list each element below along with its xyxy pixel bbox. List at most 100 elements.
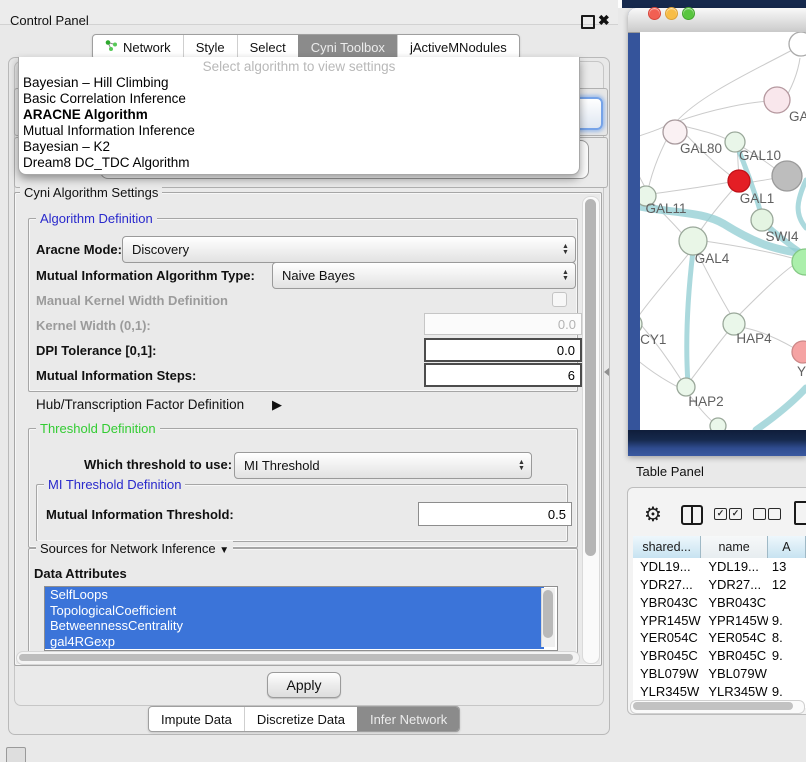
attribute-item-selfloops[interactable]: SelfLoops [45,587,544,603]
node-SWI4[interactable] [751,209,773,231]
minimized-panel-icon[interactable] [6,747,26,762]
mac-zoom-button[interactable] [682,7,695,20]
table-row[interactable]: YBR043CYBR043C [633,594,806,612]
mi-steps-field[interactable]: 6 [424,363,582,387]
table-cell[interactable]: YER054C [701,630,768,645]
bottom-tab-impute-data[interactable]: Impute Data [149,707,244,731]
tab-style[interactable]: Style [183,35,237,59]
menu-item-dream8-dc-tdc-algorithm[interactable]: Dream8 DC_TDC Algorithm [19,155,579,171]
table-cell[interactable]: YBR043C [633,595,701,610]
apply-button[interactable]: Apply [267,672,341,698]
bottom-tabs: Impute DataDiscretize DataInfer Network [148,706,460,732]
deselect-all-icon[interactable] [768,508,781,520]
settings-hscrollbar-thumb[interactable] [19,654,573,661]
node-top-partial[interactable] [789,32,806,56]
table-cell[interactable]: YPR145W [633,613,701,628]
menu-item-basic-correlation-inference[interactable]: Basic Correlation Inference [19,91,579,107]
table-cell[interactable]: YBL079W [701,666,768,681]
aracne-mode-select[interactable]: Discovery ▲▼ [122,236,576,263]
table-cell[interactable]: YLR345W [701,684,768,699]
close-icon[interactable]: ✖ [598,12,610,29]
function-builder-icon[interactable] [794,501,806,525]
table-cell[interactable]: 9. [768,613,806,628]
gear-icon[interactable]: ⚙ [644,502,662,527]
settings-vscrollbar-thumb[interactable] [585,199,596,556]
table-cell[interactable]: YBR045C [633,648,701,663]
mac-minimize-button[interactable] [665,7,678,20]
deselect-all-icon[interactable] [753,508,766,520]
table-cell[interactable]: 9. [768,684,806,699]
hub-definition-label[interactable]: Hub/Transcription Factor Definition [36,397,244,412]
table-cell[interactable]: 9. [768,648,806,663]
table-cell[interactable]: YLR345W [633,684,701,699]
table-cell[interactable]: YDL19... [633,559,701,574]
column-header-a[interactable]: A [768,536,806,558]
settings-hscrollbar[interactable] [16,651,580,665]
table-cell[interactable]: YBR043C [701,595,768,610]
node-GAL1[interactable] [728,170,750,192]
table-cell[interactable]: 12 [768,577,806,592]
collapse-arrow-icon[interactable]: ▼ [219,545,229,556]
which-threshold-value: MI Threshold [235,458,514,473]
node-gray[interactable] [772,161,802,191]
expand-arrow-icon[interactable]: ▶ [272,397,282,413]
table-row[interactable]: YPR145WYPR145W9. [633,611,806,629]
mac-close-button[interactable] [648,7,661,20]
dpi-tolerance-field[interactable]: 0.0 [424,338,582,362]
tab-style-label: Style [196,40,225,55]
attribute-item-gal4rgexp[interactable]: gal4RGexp [45,634,544,650]
panel-collapse-arrow-icon[interactable] [604,368,609,376]
tab-network[interactable]: Network [93,35,183,59]
column-layout-icon[interactable] [681,505,703,525]
table-row[interactable]: YBR045CYBR045C9. [633,647,806,665]
table-row[interactable]: YBL079WYBL079W [633,665,806,683]
table-cell[interactable]: YDR27... [701,577,768,592]
table-cell[interactable]: YDL19... [701,559,768,574]
table-row[interactable]: YLR345WYLR345W9. [633,682,806,700]
attributes-scrollbar-thumb[interactable] [543,590,553,638]
attribute-item-betweennesscentrality[interactable]: BetweennessCentrality [45,618,544,634]
select-all-checked-icon[interactable]: ✓ [714,508,727,520]
kernel-width-label: Kernel Width (0,1): [36,318,151,333]
menu-item-bayesian-k2[interactable]: Bayesian – K2 [19,139,579,155]
table-row[interactable]: YDL19...YDL19...13 [633,558,806,576]
table-cell[interactable]: 13 [768,559,806,574]
menu-item-bayesian-hill-climbing[interactable]: Bayesian – Hill Climbing [19,75,579,91]
mi-threshold-field[interactable]: 0.5 [418,502,572,526]
node-GCY1[interactable] [640,314,642,334]
data-attributes-list[interactable]: SelfLoopsTopologicalCoefficientBetweenne… [44,586,558,651]
menu-item-aracne-algorithm[interactable]: ARACNE Algorithm [19,107,579,123]
tab-cyni-toolbox[interactable]: Cyni Toolbox [298,35,397,59]
mi-type-value: Naive Bayes [273,268,558,283]
node-Y-pink[interactable] [792,341,806,363]
node-label-gal11: GAL11 [645,201,686,216]
network-tab-icon [105,39,118,55]
node-bottom-partial[interactable] [710,418,726,430]
column-header-shared[interactable]: shared... [633,536,701,558]
table-cell[interactable]: YDR27... [633,577,701,592]
column-header-name[interactable]: name [701,536,768,558]
table-cell[interactable]: YBL079W [633,666,701,681]
table-cell[interactable]: YER054C [633,630,701,645]
table-row[interactable]: YER054CYER054C8. [633,629,806,647]
table-cell[interactable]: YBR045C [701,648,768,663]
sources-title[interactable]: Sources for Network Inference ▼ [36,541,233,556]
mi-type-select[interactable]: Naive Bayes ▲▼ [272,262,576,289]
float-window-icon[interactable] [581,15,595,29]
tab-select-label: Select [250,40,286,55]
table-hscrollbar-thumb[interactable] [633,702,793,710]
table-row[interactable]: YDR27...YDR27...12 [633,576,806,594]
tab-jactivemnodules[interactable]: jActiveMNodules [397,35,519,59]
select-all-checked-icon[interactable]: ✓ [729,508,742,520]
tab-select[interactable]: Select [237,35,298,59]
bottom-tab-discretize-data[interactable]: Discretize Data [244,707,357,731]
network-labels: GALGAL80GAL10GAL1GAL11SWI4GAL4GCY1HAP4YH… [640,109,806,409]
network-canvas[interactable]: GALGAL80GAL10GAL1GAL11SWI4GAL4GCY1HAP4YH… [640,32,806,430]
attribute-item-topologicalcoefficient[interactable]: TopologicalCoefficient [45,603,544,619]
menu-item-mutual-information-inference[interactable]: Mutual Information Inference [19,123,579,139]
node-pink-top[interactable] [764,87,790,113]
bottom-tab-infer-network[interactable]: Infer Network [357,707,459,731]
table-cell[interactable]: 8. [768,630,806,645]
table-cell[interactable]: YPR145W [701,613,768,628]
which-threshold-select[interactable]: MI Threshold ▲▼ [234,452,532,479]
